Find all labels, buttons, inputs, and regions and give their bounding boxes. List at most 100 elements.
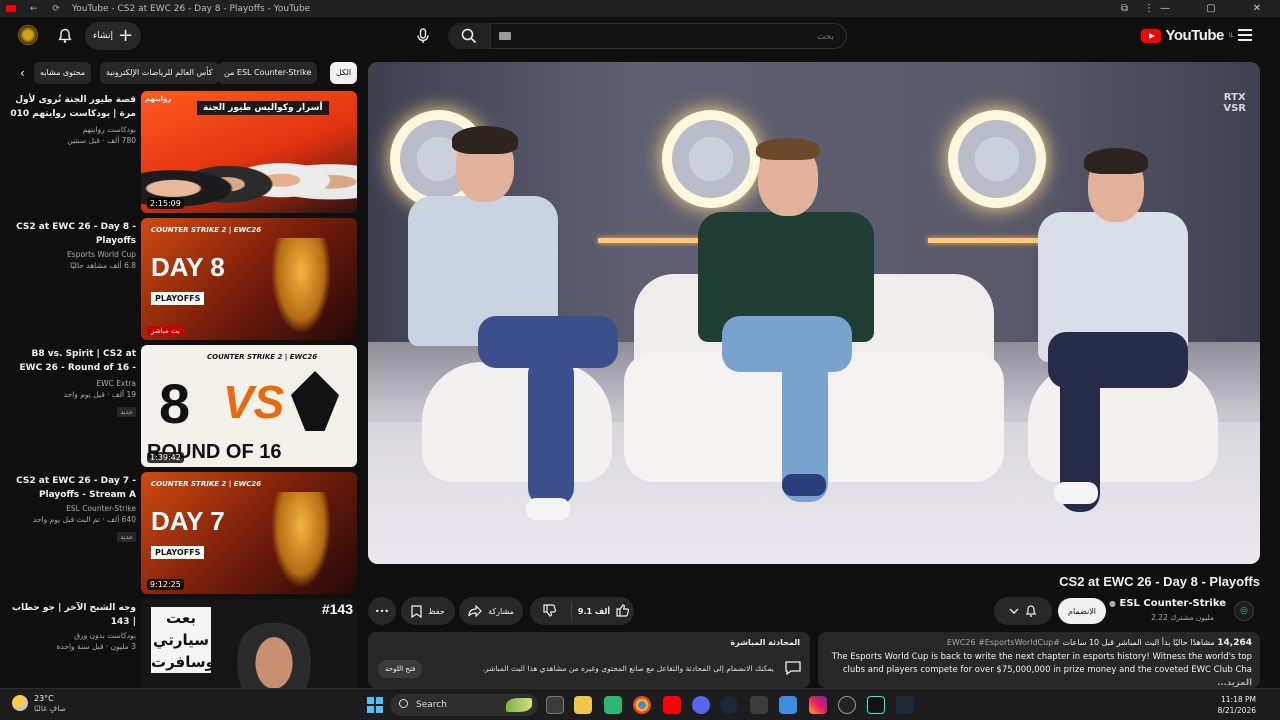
channel-name[interactable]: EWC Extra <box>8 379 136 388</box>
thumb-tag: PLAYOFFS <box>151 292 205 305</box>
list-item[interactable]: #143 بعت سيارتي وسافرت وجه الشبح الآخر |… <box>0 599 360 688</box>
thumbs-up-icon <box>616 603 630 617</box>
show-more-link[interactable]: ...المزيد <box>1217 678 1252 688</box>
thumb-ewc-logo: COUNTER STRIKE 2 | EWC26 <box>151 226 262 234</box>
voice-search-button[interactable] <box>410 23 436 49</box>
browser-titlebar: ← ⟳ YouTube - CS2 at EWC 26 - Day 8 - Pl… <box>0 0 1280 17</box>
stage-ring-light <box>662 110 760 208</box>
chip-from-channel[interactable]: من ESL Counter-Strike <box>218 62 318 84</box>
taskbar-search[interactable]: Search <box>390 694 538 716</box>
chrome-icon[interactable] <box>633 696 651 714</box>
minimize-button[interactable]: — <box>1142 0 1188 17</box>
share-button[interactable]: مشاركة <box>459 597 523 625</box>
instagram-icon[interactable] <box>809 696 827 714</box>
trophy-image <box>271 238 331 334</box>
create-button[interactable]: إنشاء + <box>85 22 141 50</box>
search-box <box>490 23 847 49</box>
thumb-headline: أسرار وكواليس طيور الجنة <box>197 101 329 115</box>
dislike-button[interactable] <box>535 603 565 619</box>
discord-icon[interactable] <box>692 696 710 714</box>
duration-badge: 2:15:09 <box>147 198 184 209</box>
thumb-day: DAY 8 <box>151 252 225 282</box>
list-item[interactable]: COUNTER STRIKE 2 | EWC26 DAY 7 PLAYOFFS … <box>0 472 360 596</box>
chip-all[interactable]: الكل <box>330 62 358 84</box>
steam-icon[interactable] <box>896 696 914 714</box>
join-button[interactable]: الانضمام <box>1058 598 1106 624</box>
trophy-image <box>271 492 331 588</box>
chip-ewc[interactable]: كأس العالم للرياضات الإلكترونية <box>100 62 219 84</box>
video-title[interactable]: CS2 at EWC 26 - Day 7 - Playoffs - Strea… <box>8 474 136 502</box>
video-title[interactable]: وجه الشبح الآخر | جو حطاب | 143 <box>8 601 136 629</box>
channel-avatar[interactable]: ◎ <box>1234 601 1254 621</box>
hashtags[interactable]: #EWC26 #EsportsWorldCup <box>947 638 1060 647</box>
search-button[interactable] <box>448 23 490 49</box>
video-player[interactable]: RTX VSR <box>368 62 1260 564</box>
file-explorer-icon[interactable] <box>574 696 592 714</box>
list-item[interactable]: COUNTER STRIKE 2 | EWC26 DAY 8 PLAYOFFS … <box>0 218 360 342</box>
armchair-left <box>422 362 612 482</box>
thumb-episode-number: #143 <box>321 601 353 617</box>
rtx-label: RTX <box>1223 92 1246 103</box>
weather-widget[interactable]: 23°C صافٍ غالبًا <box>12 693 66 713</box>
chip-similar[interactable]: محتوى مشابه <box>34 62 92 84</box>
logo-wordmark: YouTube <box>1165 27 1224 44</box>
keyboard-icon[interactable] <box>499 32 511 40</box>
subscription-notification-button[interactable] <box>994 597 1052 625</box>
save-playlist-icon <box>411 604 422 618</box>
video-thumbnail[interactable]: #143 بعت سيارتي وسافرت <box>141 599 357 688</box>
thumb-day: DAY 7 <box>151 506 225 536</box>
settings-gear-icon[interactable] <box>838 696 856 714</box>
task-view-icon[interactable] <box>546 696 564 714</box>
duration-badge: 1:39:42 <box>147 452 184 463</box>
extensions-icon[interactable]: ⧉ <box>1121 0 1128 17</box>
like-button[interactable] <box>616 603 630 619</box>
video-thumbnail[interactable]: روايتهم أسرار وكواليس طيور الجنة 2:15:09 <box>141 91 357 213</box>
chat-bubble-icon <box>785 661 801 676</box>
bell-icon <box>58 28 72 43</box>
channel-name[interactable]: بودكاست بدون ورق <box>8 631 136 640</box>
open-panel-button[interactable]: فتح اللوحة <box>378 660 423 678</box>
youtube-app-icon[interactable] <box>663 696 681 714</box>
channel-name[interactable]: Esports World Cup <box>8 250 136 259</box>
video-thumbnail[interactable]: COUNTER STRIKE 2 | EWC26 DAY 8 PLAYOFFS … <box>141 218 357 340</box>
video-thumbnail[interactable]: COUNTER STRIKE 2 | EWC26 8 VS ROUND OF 1… <box>141 345 357 467</box>
video-title-main: CS2 at EWC 26 - Day 8 - Playoffs <box>1059 574 1260 589</box>
video-title[interactable]: B8 vs. Spirit | CS2 at EWC 26 - Round of… <box>8 347 136 377</box>
channel-name[interactable]: ● ESL Counter-Strike <box>1109 598 1226 609</box>
app-icon[interactable] <box>779 696 797 714</box>
channel-name[interactable]: بودكاست روايتهم <box>8 125 136 134</box>
new-badge: جديد <box>117 532 136 542</box>
live-chat-panel: المحادثة المباشرة يمكنك الانضمام إلى الم… <box>368 632 810 688</box>
menu-icon[interactable] <box>1238 29 1252 44</box>
system-clock[interactable]: 11:18 PM 8/21/2026 <box>1218 694 1256 716</box>
list-item[interactable]: COUNTER STRIKE 2 | EWC26 8 VS ROUND OF 1… <box>0 345 360 469</box>
video-title[interactable]: قصة طيور الجنة تُروى لأول مرة | بودكاست … <box>8 93 136 123</box>
clock-date: 8/21/2026 <box>1217 706 1256 715</box>
video-description[interactable]: 14,264 مشاهدًا حاليًا بدأ البث المباشر ق… <box>818 632 1260 688</box>
app-icon[interactable] <box>750 696 768 714</box>
related-filter-chips: ‹ محتوى مشابه كأس العالم للرياضات الإلكت… <box>12 62 360 84</box>
app-icon[interactable] <box>604 696 622 714</box>
youtube-logo[interactable]: YouTube IL <box>1141 27 1234 44</box>
maximize-button[interactable]: ▢ <box>1188 0 1234 17</box>
steam-icon[interactable] <box>720 696 738 714</box>
video-thumbnail[interactable]: COUNTER STRIKE 2 | EWC26 DAY 7 PLAYOFFS … <box>141 472 357 594</box>
tab-title[interactable]: YouTube - CS2 at EWC 26 - Day 8 - Playof… <box>72 4 310 14</box>
windows-start-icon[interactable] <box>367 697 383 713</box>
verified-icon: ● <box>1109 599 1117 608</box>
notifications-button[interactable] <box>54 25 76 47</box>
tiktok-icon[interactable] <box>867 696 885 714</box>
plus-icon: + <box>117 25 134 46</box>
browser-nav-icons[interactable]: ← ⟳ <box>30 4 66 14</box>
more-actions-button[interactable]: ••• <box>368 597 396 625</box>
save-button[interactable]: حفظ <box>401 597 455 625</box>
video-title[interactable]: CS2 at EWC 26 - Day 8 - Playoffs <box>8 220 136 248</box>
channel-name[interactable]: ESL Counter-Strike <box>8 504 136 513</box>
close-window-button[interactable]: ✕ <box>1234 0 1280 17</box>
list-item[interactable]: روايتهم أسرار وكواليس طيور الجنة 2:15:09… <box>0 91 360 215</box>
chevron-left-icon[interactable]: ‹ <box>20 66 25 80</box>
search-input[interactable] <box>491 25 846 49</box>
avatar[interactable] <box>18 25 38 45</box>
create-label: إنشاء <box>92 31 113 41</box>
window-controls: — ▢ ✕ <box>1142 0 1280 17</box>
